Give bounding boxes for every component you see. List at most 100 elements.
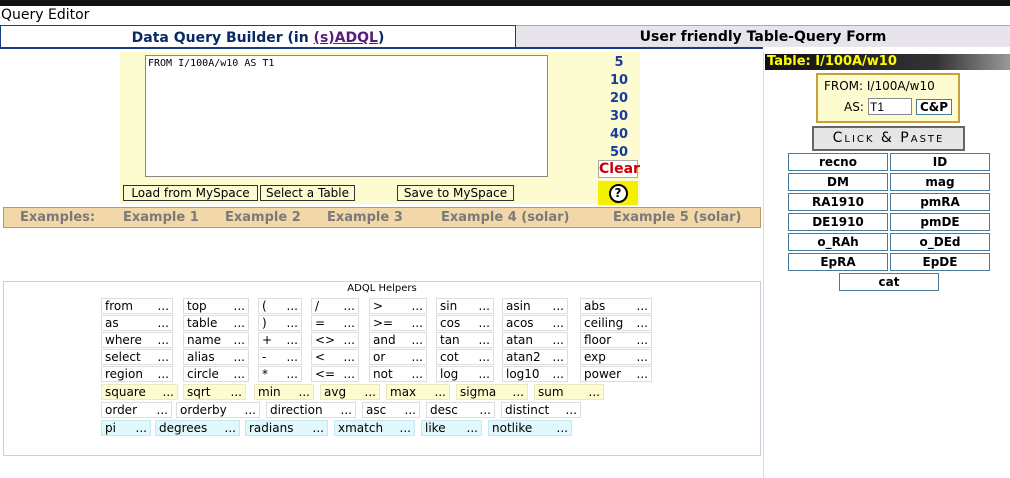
keyword-4-2[interactable]: *... bbox=[258, 366, 302, 382]
clear-button[interactable]: Clear bbox=[598, 160, 640, 178]
keyword-0-5[interactable]: sin... bbox=[436, 298, 494, 314]
aggregates-3[interactable]: avg... bbox=[320, 384, 380, 400]
column-o_DEd-button[interactable]: o_DEd bbox=[890, 233, 990, 251]
keyword-3-2[interactable]: -... bbox=[258, 349, 302, 365]
row-count-10-link[interactable]: 10 bbox=[598, 73, 640, 88]
keyword-4-0[interactable]: region... bbox=[101, 366, 173, 382]
row-count-50-link[interactable]: 50 bbox=[598, 145, 640, 160]
keyword-1-1[interactable]: table... bbox=[183, 315, 249, 331]
example-5-link[interactable]: Example 5 (solar) bbox=[613, 208, 741, 227]
keyword-dots: ... bbox=[552, 367, 564, 381]
aggregates-1[interactable]: sqrt... bbox=[183, 384, 246, 400]
keyword-0-6[interactable]: asin... bbox=[502, 298, 568, 314]
misc-5[interactable]: notlike... bbox=[488, 420, 572, 436]
keyword-dots: ... bbox=[478, 350, 490, 364]
keyword-1-2[interactable]: )... bbox=[258, 315, 302, 331]
keyword-label: region bbox=[105, 367, 143, 381]
keyword-2-0[interactable]: where... bbox=[101, 332, 173, 348]
keyword-0-3[interactable]: /... bbox=[311, 298, 359, 314]
keyword-0-1[interactable]: top... bbox=[183, 298, 249, 314]
misc-2[interactable]: radians... bbox=[245, 420, 328, 436]
keyword-2-5[interactable]: tan... bbox=[436, 332, 494, 348]
help-button[interactable]: ? bbox=[598, 181, 638, 205]
keyword-3-3[interactable]: <... bbox=[311, 349, 359, 365]
clauses-3[interactable]: asc... bbox=[362, 402, 420, 418]
aggregates-6[interactable]: sum... bbox=[534, 384, 604, 400]
keyword-dots: ... bbox=[286, 367, 298, 381]
alias-input[interactable] bbox=[868, 98, 912, 115]
save-to-myspace-button[interactable]: Save to MySpace bbox=[397, 185, 514, 201]
column-DE1910-button[interactable]: DE1910 bbox=[788, 213, 888, 231]
column-recno-button[interactable]: recno bbox=[788, 153, 888, 171]
keyword-2-6[interactable]: atan... bbox=[502, 332, 568, 348]
keyword-1-4[interactable]: >=... bbox=[369, 315, 427, 331]
clauses-5[interactable]: distinct... bbox=[501, 402, 581, 418]
row-count-30-link[interactable]: 30 bbox=[598, 109, 640, 124]
misc-3[interactable]: xmatch... bbox=[334, 420, 415, 436]
keyword-4-5[interactable]: log... bbox=[436, 366, 494, 382]
keyword-1-0[interactable]: as... bbox=[101, 315, 173, 331]
keyword-3-1[interactable]: alias... bbox=[183, 349, 249, 365]
misc-4[interactable]: like... bbox=[421, 420, 482, 436]
clauses-1[interactable]: orderby... bbox=[176, 402, 260, 418]
keyword-0-4[interactable]: >... bbox=[369, 298, 427, 314]
row-count-40-link[interactable]: 40 bbox=[598, 127, 640, 142]
keyword-2-4[interactable]: and... bbox=[369, 332, 427, 348]
column-o_RAh-button[interactable]: o_RAh bbox=[788, 233, 888, 251]
keyword-2-2[interactable]: +... bbox=[258, 332, 302, 348]
column-pmDE-button[interactable]: pmDE bbox=[890, 213, 990, 231]
example-3-link[interactable]: Example 3 bbox=[327, 208, 403, 227]
keyword-2-1[interactable]: name... bbox=[183, 332, 249, 348]
keyword-1-7[interactable]: ceiling... bbox=[580, 315, 652, 331]
cp-button[interactable]: C&P bbox=[916, 99, 952, 115]
keyword-2-3[interactable]: <>... bbox=[311, 332, 359, 348]
example-4-link[interactable]: Example 4 (solar) bbox=[441, 208, 569, 227]
aggregates-0[interactable]: square... bbox=[101, 384, 178, 400]
aggregates-5[interactable]: sigma... bbox=[456, 384, 528, 400]
column-mag-button[interactable]: mag bbox=[890, 173, 990, 191]
clauses-0[interactable]: order... bbox=[101, 402, 172, 418]
column-pmRA-button[interactable]: pmRA bbox=[890, 193, 990, 211]
clauses-2[interactable]: direction... bbox=[266, 402, 356, 418]
keyword-3-4[interactable]: or... bbox=[369, 349, 427, 365]
column-EpDE-button[interactable]: EpDE bbox=[890, 253, 990, 271]
keyword-4-4[interactable]: not... bbox=[369, 366, 427, 382]
keyword-4-3[interactable]: <=... bbox=[311, 366, 359, 382]
example-1-link[interactable]: Example 1 bbox=[123, 208, 199, 227]
keyword-4-1[interactable]: circle... bbox=[183, 366, 249, 382]
keyword-0-0[interactable]: from... bbox=[101, 298, 173, 314]
clauses-4[interactable]: desc... bbox=[426, 402, 495, 418]
keyword-4-6[interactable]: log10... bbox=[502, 366, 568, 382]
load-from-myspace-button[interactable]: Load from MySpace bbox=[123, 185, 258, 201]
keyword-4-7[interactable]: power... bbox=[580, 366, 652, 382]
keyword-3-6[interactable]: atan2... bbox=[502, 349, 568, 365]
keyword-2-7[interactable]: floor... bbox=[580, 332, 652, 348]
column-cat-button[interactable]: cat bbox=[839, 273, 939, 291]
column-ID-button[interactable]: ID bbox=[890, 153, 990, 171]
tab-table-query-form[interactable]: User friendly Table-Query Form bbox=[516, 25, 1010, 47]
aggregates-2[interactable]: min... bbox=[254, 384, 314, 400]
keyword-1-5[interactable]: cos... bbox=[436, 315, 494, 331]
keyword-0-2[interactable]: (... bbox=[258, 298, 302, 314]
select-table-button[interactable]: Select a Table bbox=[260, 185, 355, 201]
column-EpRA-button[interactable]: EpRA bbox=[788, 253, 888, 271]
misc-1[interactable]: degrees... bbox=[155, 420, 240, 436]
aggregates-4[interactable]: max... bbox=[386, 384, 450, 400]
keyword-3-5[interactable]: cot... bbox=[436, 349, 494, 365]
keyword-3-7[interactable]: exp... bbox=[580, 349, 652, 365]
tab-query-builder[interactable]: Data Query Builder (in (s)ADQL) bbox=[0, 25, 516, 49]
row-count-5-link[interactable]: 5 bbox=[598, 55, 640, 70]
query-textarea[interactable]: FROM I/100A/w10 AS T1 bbox=[145, 55, 548, 177]
column-RA1910-button[interactable]: RA1910 bbox=[788, 193, 888, 211]
row-count-20-link[interactable]: 20 bbox=[598, 91, 640, 106]
misc-0[interactable]: pi... bbox=[101, 420, 151, 436]
keyword-0-7[interactable]: abs... bbox=[580, 298, 652, 314]
keyword-1-3[interactable]: =... bbox=[311, 315, 359, 331]
keyword-1-6[interactable]: acos... bbox=[502, 315, 568, 331]
keyword-3-0[interactable]: select... bbox=[101, 349, 173, 365]
click-paste-button[interactable]: Click & Paste bbox=[812, 126, 965, 151]
column-DM-button[interactable]: DM bbox=[788, 173, 888, 191]
example-2-link[interactable]: Example 2 bbox=[225, 208, 301, 227]
adql-link[interactable]: (s)ADQL bbox=[314, 30, 378, 46]
keyword-dots: ... bbox=[233, 333, 245, 347]
